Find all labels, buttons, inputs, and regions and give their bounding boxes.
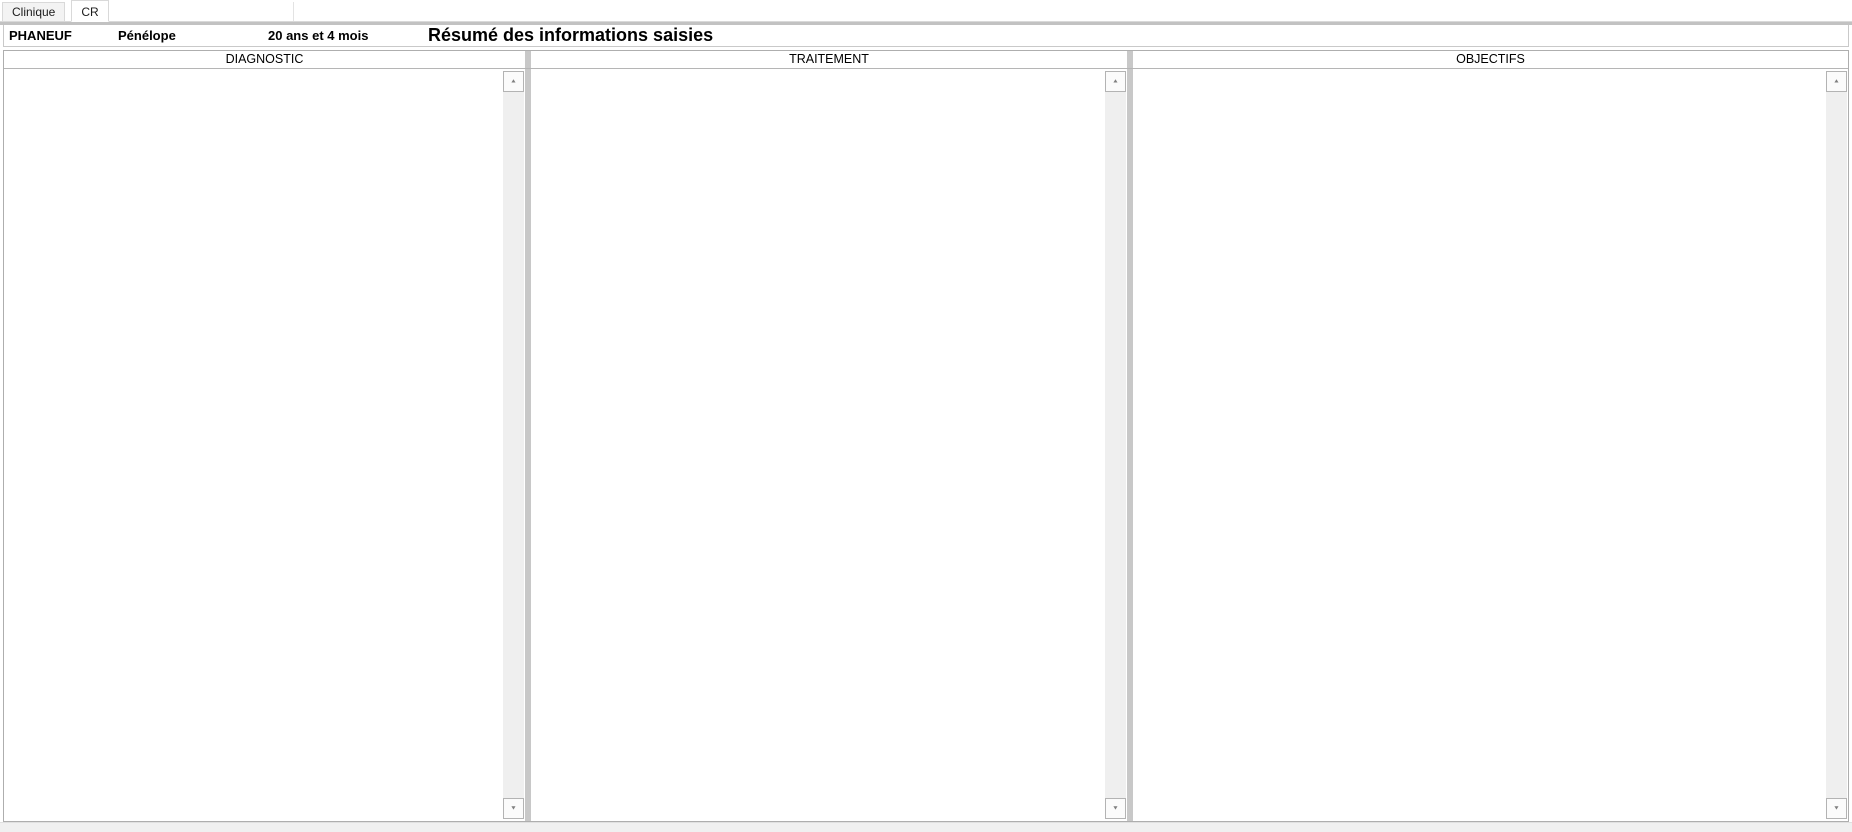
tab-strip: Clinique CR <box>0 0 1852 22</box>
patient-last-name: PHANEUF <box>9 28 72 43</box>
window-bottom-strip <box>0 822 1852 832</box>
summary-body-row: ▲ ▼ ▲ ▼ ▲ ▼ <box>4 69 1848 821</box>
scroll-up-icon: ▲ <box>1112 78 1119 85</box>
column-content-diagnostic: ▲ ▼ <box>4 69 525 821</box>
scroll-down-icon: ▼ <box>510 805 517 812</box>
column-header-traitement: TRAITEMENT <box>531 51 1127 69</box>
scroll-up-icon: ▲ <box>1833 78 1840 85</box>
column-header-objectifs: OBJECTIFS <box>1133 51 1848 69</box>
traitement-text <box>533 71 1103 819</box>
page-title: Résumé des informations saisies <box>428 25 714 45</box>
scroll-down-icon: ▼ <box>1833 805 1840 812</box>
column-content-traitement: ▲ ▼ <box>531 69 1127 821</box>
tab-strip-edge <box>293 2 294 21</box>
diagnostic-text <box>6 71 501 819</box>
scroll-up-button[interactable]: ▲ <box>1826 71 1847 92</box>
scroll-down-button[interactable]: ▼ <box>1826 798 1847 819</box>
patient-first-name: Pénélope <box>118 28 176 43</box>
objectifs-scrollbar[interactable]: ▲ ▼ <box>1826 71 1847 819</box>
scroll-down-button[interactable]: ▼ <box>1105 798 1126 819</box>
patient-bar: PHANEUF Pénélope 20 ans et 4 mois Résumé… <box>3 25 1849 47</box>
scroll-up-button[interactable]: ▲ <box>1105 71 1126 92</box>
tab-cr[interactable]: CR <box>71 0 109 22</box>
scroll-down-icon: ▼ <box>1112 805 1119 812</box>
tab-clinique[interactable]: Clinique <box>2 2 66 21</box>
summary-header-row: DIAGNOSTIC TRAITEMENT OBJECTIFS <box>4 51 1848 69</box>
traitement-scrollbar[interactable]: ▲ ▼ <box>1105 71 1126 819</box>
objectifs-text <box>1135 71 1824 819</box>
column-content-objectifs: ▲ ▼ <box>1133 69 1848 821</box>
patient-age: 20 ans et 4 mois <box>268 28 369 43</box>
diagnostic-scrollbar[interactable]: ▲ ▼ <box>503 71 524 819</box>
scroll-up-icon: ▲ <box>510 78 517 85</box>
summary-table: DIAGNOSTIC TRAITEMENT OBJECTIFS ▲ ▼ ▲ ▼ … <box>3 50 1849 822</box>
scroll-down-button[interactable]: ▼ <box>503 798 524 819</box>
column-header-diagnostic: DIAGNOSTIC <box>4 51 525 69</box>
scroll-up-button[interactable]: ▲ <box>503 71 524 92</box>
